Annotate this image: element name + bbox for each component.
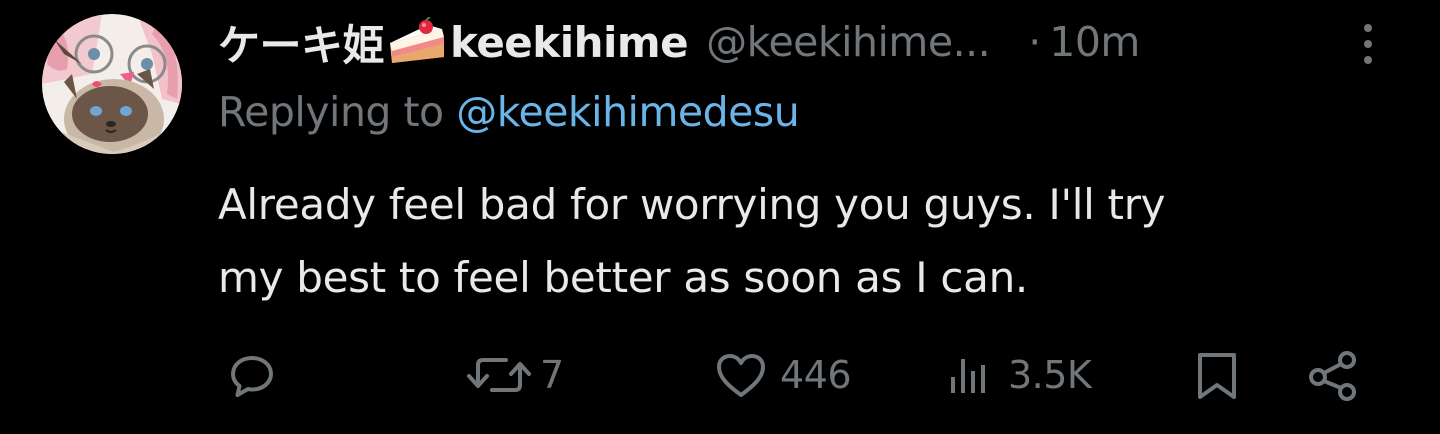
reply-button[interactable] bbox=[222, 340, 282, 410]
reply-icon bbox=[231, 356, 273, 397]
avatar-cat-anime-icon bbox=[42, 14, 182, 154]
retweet-count: 7 bbox=[540, 353, 564, 397]
views-count: 3.5K bbox=[1008, 353, 1092, 397]
tweet-text-line: Already feel bad for worrying you guys. … bbox=[218, 180, 1166, 229]
share-icon bbox=[1309, 351, 1356, 401]
more-vertical-icon bbox=[1364, 24, 1372, 64]
bookmark-button[interactable] bbox=[1190, 340, 1244, 410]
share-button[interactable] bbox=[1302, 340, 1364, 410]
author-avatar[interactable] bbox=[42, 14, 182, 154]
views-button[interactable]: 3.5K bbox=[944, 340, 1092, 410]
timestamp[interactable]: 10m bbox=[1049, 18, 1140, 66]
replying-to-handle[interactable]: @keekihimedesu bbox=[456, 88, 800, 136]
retweet-icon bbox=[467, 358, 531, 392]
retweet-button[interactable]: 7 bbox=[466, 340, 564, 410]
more-options-button[interactable] bbox=[1356, 22, 1380, 66]
tweet-text-line: my best to feel better as soon as I can. bbox=[218, 253, 1028, 302]
tweet-text: Already feel bad for worrying you guys. … bbox=[218, 168, 1398, 314]
replying-to-label: Replying to bbox=[218, 88, 444, 136]
separator-dot: · bbox=[1028, 18, 1042, 66]
author-name-text[interactable]: keekihime bbox=[450, 18, 689, 67]
bookmark-icon bbox=[1198, 353, 1236, 399]
display-name[interactable]: ケーキ姫 bbox=[218, 12, 385, 73]
tweet-actions: 7 446 3.5K bbox=[0, 340, 1440, 410]
like-count: 446 bbox=[780, 353, 852, 397]
like-button[interactable]: 446 bbox=[710, 340, 852, 410]
heart-icon bbox=[717, 354, 765, 397]
author-handle[interactable]: @keekihime... bbox=[706, 18, 991, 66]
replying-to: Replying to @keekihimedesu bbox=[218, 88, 800, 144]
tweet-header: ケーキ姫 keekihime @keekihime... · 10m bbox=[218, 10, 1418, 74]
views-icon bbox=[951, 359, 985, 393]
cake-emoji-icon bbox=[390, 17, 445, 63]
